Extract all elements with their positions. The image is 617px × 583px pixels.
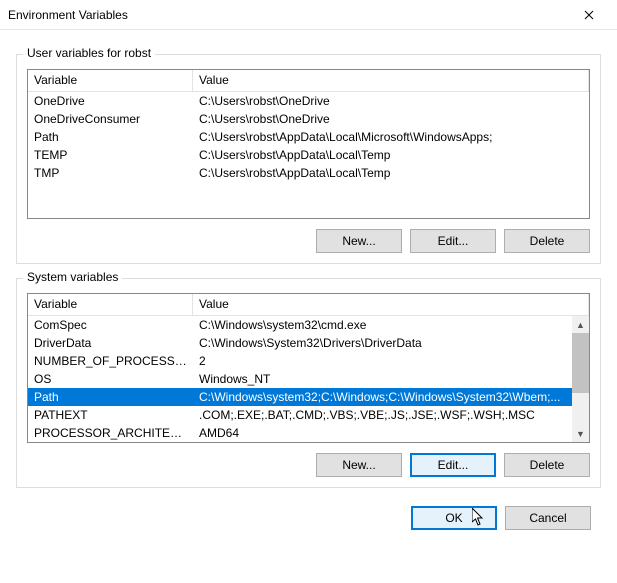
user-variables-list[interactable]: Variable Value OneDriveC:\Users\robst\On… — [27, 69, 590, 219]
list-header: Variable Value — [28, 70, 589, 92]
system-variables-group: System variables Variable Value ComSpecC… — [16, 278, 601, 488]
table-row[interactable]: OneDriveC:\Users\robst\OneDrive — [28, 92, 589, 110]
variable-value: C:\Windows\System32\Drivers\DriverData — [193, 334, 589, 352]
variable-name: TEMP — [28, 146, 193, 164]
variable-name: OneDriveConsumer — [28, 110, 193, 128]
user-variables-group: User variables for robst Variable Value … — [16, 54, 601, 264]
system-variables-list[interactable]: Variable Value ComSpecC:\Windows\system3… — [27, 293, 590, 443]
variable-value: C:\Users\robst\OneDrive — [193, 92, 589, 110]
user-delete-button[interactable]: Delete — [504, 229, 590, 253]
table-row[interactable]: OSWindows_NT — [28, 370, 589, 388]
scroll-up-icon[interactable]: ▲ — [572, 316, 589, 333]
table-row[interactable]: DriverDataC:\Windows\System32\Drivers\Dr… — [28, 334, 589, 352]
table-row[interactable]: PATHEXT.COM;.EXE;.BAT;.CMD;.VBS;.VBE;.JS… — [28, 406, 589, 424]
list-header: Variable Value — [28, 294, 589, 316]
variable-value: .COM;.EXE;.BAT;.CMD;.VBS;.VBE;.JS;.JSE;.… — [193, 406, 589, 424]
table-row[interactable]: PROCESSOR_ARCHITECTUREAMD64 — [28, 424, 589, 442]
variable-value: Windows_NT — [193, 370, 589, 388]
user-variables-label: User variables for robst — [23, 46, 155, 60]
variable-name: Path — [28, 128, 193, 146]
table-row[interactable]: PathC:\Users\robst\AppData\Local\Microso… — [28, 128, 589, 146]
variable-value: C:\Windows\system32;C:\Windows;C:\Window… — [193, 388, 589, 406]
header-value[interactable]: Value — [193, 70, 589, 91]
system-delete-button[interactable]: Delete — [504, 453, 590, 477]
header-variable[interactable]: Variable — [28, 294, 193, 315]
variable-value: C:\Users\robst\AppData\Local\Temp — [193, 146, 589, 164]
ok-button[interactable]: OK — [411, 506, 497, 530]
user-edit-button[interactable]: Edit... — [410, 229, 496, 253]
window-title: Environment Variables — [8, 8, 569, 22]
variable-value: AMD64 — [193, 424, 589, 442]
table-row[interactable]: PathC:\Windows\system32;C:\Windows;C:\Wi… — [28, 388, 589, 406]
scroll-thumb[interactable] — [572, 333, 589, 393]
variable-name: NUMBER_OF_PROCESSORS — [28, 352, 193, 370]
variable-name: PROCESSOR_ARCHITECTURE — [28, 424, 193, 442]
scroll-down-icon[interactable]: ▼ — [572, 425, 589, 442]
scrollbar[interactable]: ▲ ▼ — [572, 316, 589, 442]
variable-name: ComSpec — [28, 316, 193, 334]
header-variable[interactable]: Variable — [28, 70, 193, 91]
close-icon[interactable] — [569, 1, 609, 29]
table-row[interactable]: NUMBER_OF_PROCESSORS2 — [28, 352, 589, 370]
system-variables-label: System variables — [23, 270, 122, 284]
variable-name: DriverData — [28, 334, 193, 352]
variable-name: PATHEXT — [28, 406, 193, 424]
system-edit-button[interactable]: Edit... — [410, 453, 496, 477]
variable-name: OneDrive — [28, 92, 193, 110]
table-row[interactable]: ComSpecC:\Windows\system32\cmd.exe — [28, 316, 589, 334]
variable-name: TMP — [28, 164, 193, 182]
system-new-button[interactable]: New... — [316, 453, 402, 477]
table-row[interactable]: TEMPC:\Users\robst\AppData\Local\Temp — [28, 146, 589, 164]
variable-value: C:\Windows\system32\cmd.exe — [193, 316, 589, 334]
table-row[interactable]: TMPC:\Users\robst\AppData\Local\Temp — [28, 164, 589, 182]
header-value[interactable]: Value — [193, 294, 589, 315]
user-new-button[interactable]: New... — [316, 229, 402, 253]
cancel-button[interactable]: Cancel — [505, 506, 591, 530]
table-row[interactable]: OneDriveConsumerC:\Users\robst\OneDrive — [28, 110, 589, 128]
variable-value: 2 — [193, 352, 589, 370]
variable-name: Path — [28, 388, 193, 406]
variable-value: C:\Users\robst\OneDrive — [193, 110, 589, 128]
variable-name: OS — [28, 370, 193, 388]
variable-value: C:\Users\robst\AppData\Local\Temp — [193, 164, 589, 182]
variable-value: C:\Users\robst\AppData\Local\Microsoft\W… — [193, 128, 589, 146]
titlebar: Environment Variables — [0, 0, 617, 30]
